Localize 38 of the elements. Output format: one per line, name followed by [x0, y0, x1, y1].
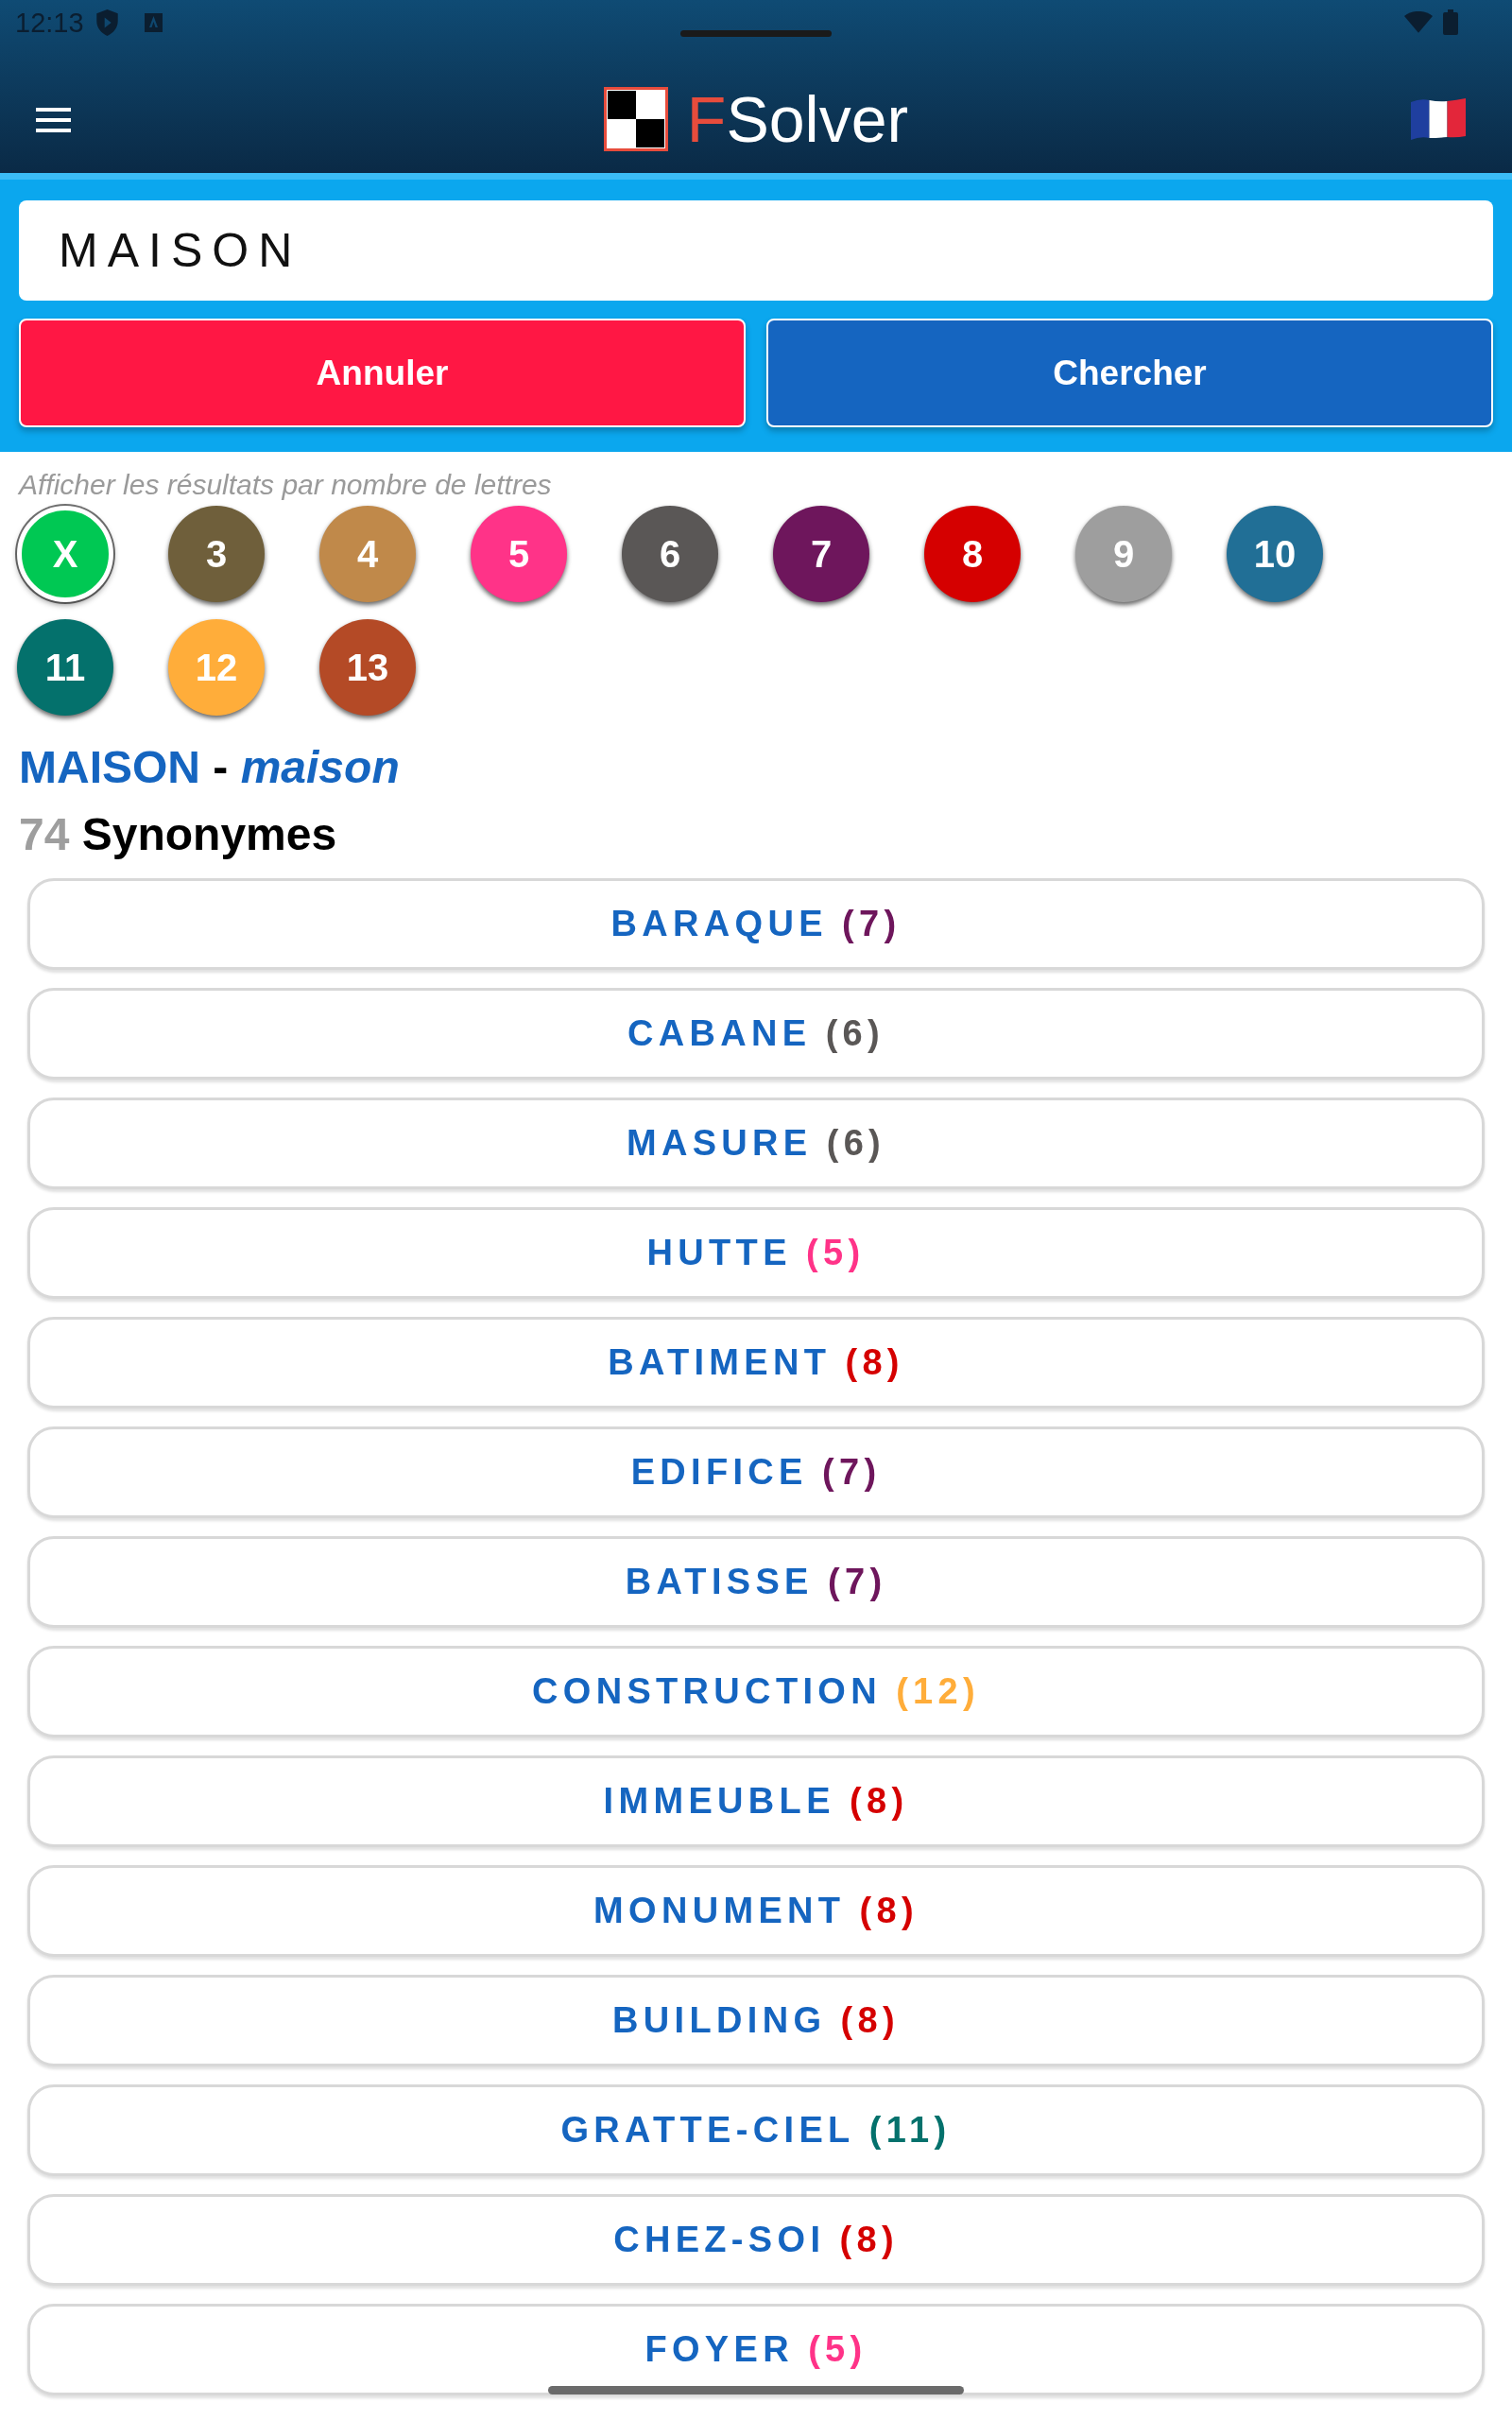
synonym-count: 74 Synonymes [19, 808, 337, 861]
synonym-button[interactable]: IMMEUBLE (8) [27, 1755, 1485, 1847]
checkerboard-logo-icon [603, 86, 668, 151]
shield-icon [95, 9, 118, 36]
battery-icon [1443, 9, 1458, 35]
cancel-button[interactable]: Annuler [19, 319, 746, 427]
status-time: 12:13 [15, 9, 84, 37]
filter-hint: Afficher les résultats par nombre de lettres [19, 468, 552, 502]
letter-count-filter[interactable]: 6 [622, 506, 718, 602]
synonym-button[interactable]: CHEZ-SOI (8) [27, 2194, 1485, 2286]
synonym-button[interactable]: HUTTE (5) [27, 1207, 1485, 1299]
synonym-button[interactable]: MONUMENT (8) [27, 1865, 1485, 1957]
letter-count-filter[interactable]: 5 [471, 506, 567, 602]
search-field[interactable]: MAISON [19, 200, 1493, 301]
synonym-button[interactable]: FOYER (5) [27, 2304, 1485, 2395]
search-word-heading: MAISON - maison [19, 741, 400, 794]
synonym-button[interactable]: BARAQUE (7) [27, 878, 1485, 970]
search-button[interactable]: Chercher [766, 319, 1493, 427]
letter-count-filter[interactable]: 8 [924, 506, 1021, 602]
letter-count-filter[interactable]: 10 [1227, 506, 1323, 602]
app-title: FSolver [686, 86, 909, 151]
triangle-tile-icon [144, 13, 163, 32]
synonym-button[interactable]: BUILDING (8) [27, 1975, 1485, 2066]
letter-count-filter[interactable]: 3 [168, 506, 265, 602]
synonym-button[interactable]: GRATTE-CIEL (11) [27, 2084, 1485, 2176]
synonym-button[interactable]: CABANE (6) [27, 988, 1485, 1080]
wifi-icon [1404, 11, 1433, 33]
synonym-button[interactable]: EDIFICE (7) [27, 1426, 1485, 1518]
synonym-button[interactable]: BATISSE (7) [27, 1536, 1485, 1628]
letter-count-filter[interactable]: 4 [319, 506, 416, 602]
synonym-button[interactable]: BATIMENT (8) [27, 1317, 1485, 1409]
menu-icon[interactable] [36, 108, 71, 132]
letter-count-filter[interactable]: 7 [773, 506, 869, 602]
synonym-button[interactable]: CONSTRUCTION (12) [27, 1646, 1485, 1737]
letter-count-filter[interactable]: 13 [319, 619, 416, 716]
letter-count-filter[interactable]: 11 [17, 619, 113, 716]
flag-icon[interactable] [1411, 98, 1466, 140]
synonym-button[interactable]: MASURE (6) [27, 1098, 1485, 1189]
